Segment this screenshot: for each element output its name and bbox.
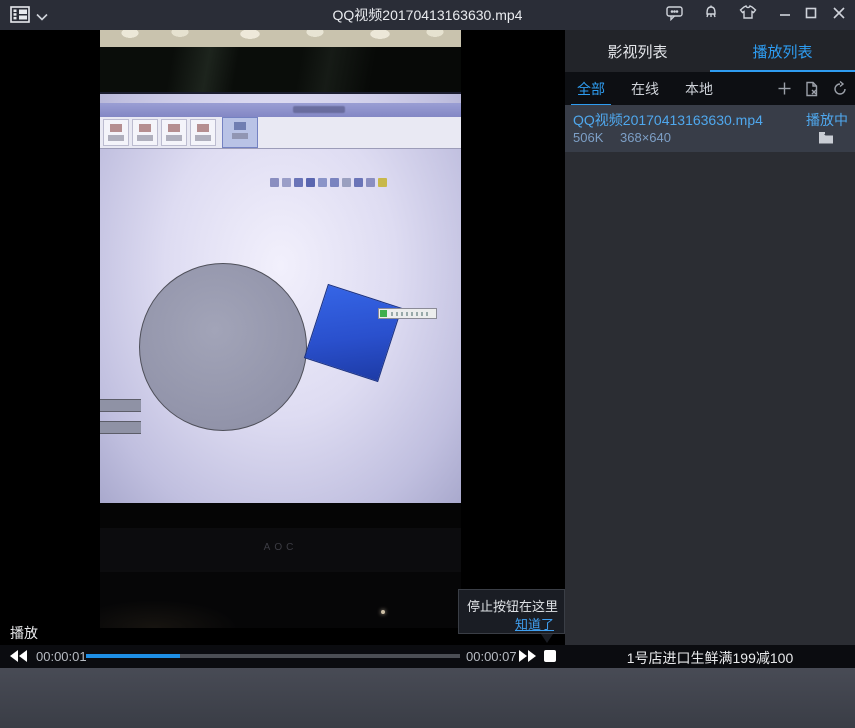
stop-hint-tooltip: 停止按钮在这里 知道了 [458,589,565,634]
ad-marquee[interactable]: 1号店进口生鲜满199减100 [565,648,855,668]
close-icon [833,6,845,24]
minimize-icon [779,6,791,24]
playlist-item[interactable]: QQ视频20170413163630.mp4 播放中 506K 368×640 [565,105,855,152]
message-bubble-icon [666,5,683,26]
maximize-icon [805,6,817,24]
cad-ruler-widget [378,308,437,319]
cad-toolbar-button-active [222,117,258,148]
playlist-item-resolution: 368×640 [620,130,671,145]
cad-toolbar-button [103,119,129,146]
clear-list-button[interactable] [803,80,821,98]
tooltip-message: 停止按钮在这里 [467,596,558,615]
subtab-local[interactable]: 本地 [683,73,715,105]
cad-blue-square [304,284,402,382]
skin-button[interactable] [736,3,760,27]
video-surface[interactable]: AOC [100,30,461,628]
cad-gray-circle [139,263,307,431]
open-folder-icon[interactable] [818,131,835,150]
total-time: 00:00:07 [466,649,517,664]
cad-toolbar-button [190,119,216,146]
monitor-bottom-bezel: AOC [100,528,461,572]
cad-toolbar-button [132,119,158,146]
minimize-button[interactable] [773,3,797,27]
pin-button[interactable] [699,3,723,27]
add-file-button[interactable] [775,80,793,98]
progress-bar[interactable] [86,654,460,658]
cad-app-titlebar [100,103,461,117]
cad-app-title-text [293,106,345,113]
rewind-icon[interactable] [9,649,29,668]
current-time: 00:00:01 [36,649,87,664]
monitor-top-bezel [100,47,461,94]
window-title: QQ视频20170413163630.mp4 [0,5,855,25]
player-window: QQ视频20170413163630.mp4 [0,0,855,728]
control-bar: 弹 [0,668,855,728]
stop-button[interactable] [544,650,556,662]
cad-app-toolbar [100,117,461,149]
bell-icon [703,4,719,26]
shirt-icon [739,5,757,25]
playlist-subtabs: 全部 在线 本地 [565,72,855,105]
playlist-item-status: 播放中 [806,110,848,130]
monitor-screen [100,94,461,503]
title-bar: QQ视频20170413163630.mp4 [0,0,855,30]
seek-row: 00:00:01 00:00:07 1号店进口生鲜满199减100 [0,645,855,668]
tooltip-tail [541,634,553,643]
maximize-button[interactable] [799,3,823,27]
sidebar: 影视列表 播放列表 全部 在线 本地 [565,30,855,645]
tooltip-confirm-link[interactable]: 知道了 [515,614,554,633]
video-desk-area [100,572,461,628]
cad-mini-toolbar [270,178,387,187]
subtab-online[interactable]: 在线 [629,73,661,105]
progress-fill [86,654,180,658]
chevron-down-icon [36,8,48,26]
refresh-button[interactable] [831,80,849,98]
tab-movie-list[interactable]: 影视列表 [565,30,710,72]
playlist-item-title: QQ视频20170413163630.mp4 [573,110,773,130]
playlist-item-size: 506K [573,130,603,145]
cad-toolbar-button [161,119,187,146]
video-wall-background [100,30,461,47]
desk-light-dot [381,610,385,614]
monitor-brand-label: AOC [100,542,461,553]
feedback-button[interactable] [662,3,686,27]
video-stage[interactable]: AOC [0,30,565,645]
tab-play-list[interactable]: 播放列表 [710,30,855,72]
film-logo-icon [10,6,30,28]
fast-forward-icon[interactable] [518,649,538,668]
sidebar-tabs: 影视列表 播放列表 [565,30,855,72]
playback-state-label: 播放 [10,623,38,643]
subtab-all[interactable]: 全部 [575,73,607,105]
close-button[interactable] [827,3,851,27]
app-menu[interactable] [10,6,48,28]
